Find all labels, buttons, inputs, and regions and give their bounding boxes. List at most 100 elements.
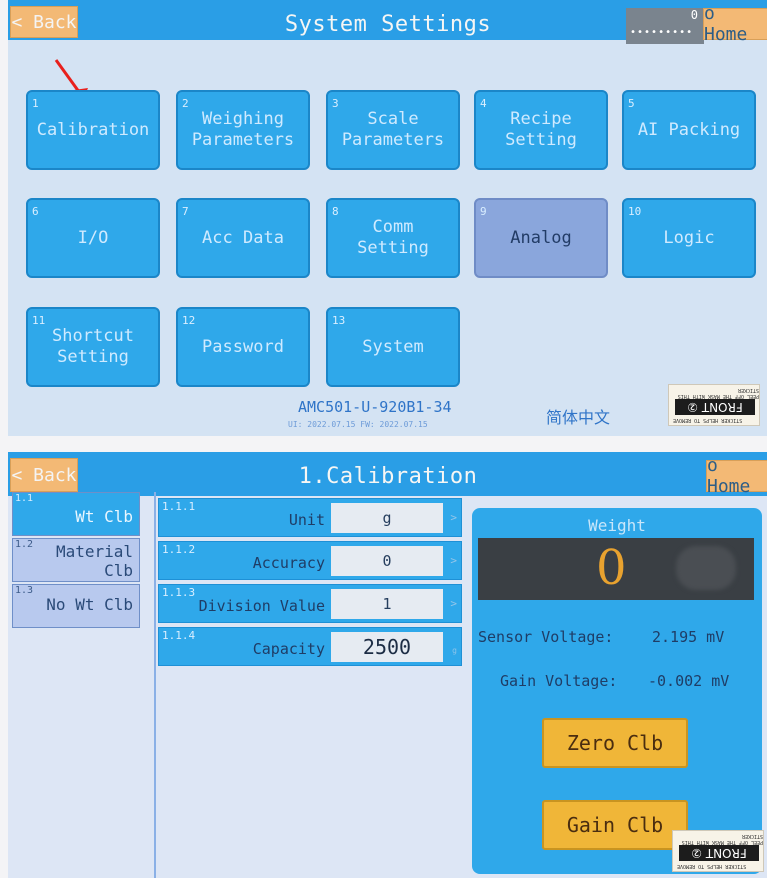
sensor-voltage-label: Sensor Voltage:: [478, 628, 614, 646]
tab-wt-clb[interactable]: 1.1 Wt Clb: [12, 492, 140, 536]
menu-label: Shortcut Setting: [52, 326, 134, 367]
field-division-value[interactable]: 1.1.3 Division Value 1 >: [158, 584, 462, 623]
calibration-screen: < Back 1.Calibration o Home 1.1 Wt Clb 1…: [8, 452, 767, 878]
menu-analog[interactable]: 9 Analog: [474, 198, 608, 278]
field-capacity[interactable]: 1.1.4 Capacity 2500 g: [158, 627, 462, 666]
sticker-front-label: FRONT ②: [679, 845, 759, 861]
menu-recipe-setting[interactable]: 4 Recipe Setting: [474, 90, 608, 170]
version-info: UI: 2022.07.15 FW: 2022.07.15: [288, 420, 428, 429]
chevron-right-icon: >: [450, 511, 457, 524]
chevron-right-icon: >: [450, 554, 457, 567]
menu-label: System: [362, 336, 424, 357]
title-bar: < Back 1.Calibration o Home: [8, 452, 767, 497]
field-num: 1.1.2: [162, 543, 196, 556]
field-value[interactable]: 0: [331, 546, 443, 576]
menu-num: 6: [32, 205, 39, 218]
weight-display: 0: [478, 538, 754, 600]
menu-ai-packing[interactable]: 5 AI Packing: [622, 90, 756, 170]
tab-num: 1.1: [15, 493, 34, 504]
unit-label: g: [452, 646, 457, 655]
sensor-voltage-value: 2.195 mV: [652, 628, 725, 646]
counter-value: 0: [690, 8, 698, 22]
tab-no-wt-clb[interactable]: 1.3 No Wt Clb: [12, 584, 140, 628]
sticker-text: STICKER HELPS TO REMOVE: [677, 863, 747, 869]
gain-clb-button[interactable]: Gain Clb: [542, 800, 688, 850]
menu-comm-setting[interactable]: 8 Comm Setting: [326, 198, 460, 278]
page-title: System Settings: [284, 12, 492, 37]
menu-num: 2: [182, 97, 189, 110]
menu-num: 8: [332, 205, 339, 218]
field-label: Accuracy: [252, 554, 325, 572]
glare: [676, 546, 736, 590]
gain-voltage-label: Gain Voltage:: [500, 672, 618, 690]
weight-value: 0: [596, 540, 627, 596]
counter-dots: •••••••••: [630, 27, 694, 38]
menu-shortcut-setting[interactable]: 11 Shortcut Setting: [26, 307, 160, 387]
menu-label: Comm Setting: [357, 217, 429, 258]
menu-label: Analog: [510, 227, 572, 248]
field-unit[interactable]: 1.1.1 Unit g >: [158, 498, 462, 537]
system-settings-screen: < Back System Settings 0 ••••••••• o Hom…: [8, 0, 767, 436]
title-bar: < Back System Settings 0 ••••••••• o Hom…: [8, 0, 767, 45]
sticker-text: STICKER HELPS TO REMOVE: [673, 417, 743, 423]
chevron-right-icon: >: [450, 597, 457, 610]
language-switch[interactable]: 简体中文: [546, 404, 610, 428]
gain-voltage-value: -0.002 mV: [648, 672, 730, 690]
menu-label: Scale Parameters: [341, 109, 445, 150]
menu-label: Recipe Setting: [505, 109, 577, 150]
menu-password[interactable]: 12 Password: [176, 307, 310, 387]
field-label: Capacity: [252, 640, 325, 658]
menu-num: 4: [480, 97, 487, 110]
menu-label: Logic: [663, 227, 715, 248]
back-button[interactable]: < Back: [10, 458, 78, 492]
menu-num: 3: [332, 97, 339, 110]
menu-logic[interactable]: 10 Logic: [622, 198, 756, 278]
calibration-tabs: 1.1 Wt Clb 1.2 Material Clb 1.3 No Wt Cl…: [12, 492, 140, 878]
tab-label: No Wt Clb: [46, 595, 133, 614]
front-sticker: PEEL OFF THE MASK WITH THIS STICKER FRON…: [668, 384, 760, 426]
home-button[interactable]: o Home: [703, 3, 767, 45]
tab-label: Wt Clb: [75, 507, 133, 526]
menu-num: 7: [182, 205, 189, 218]
zero-clb-button[interactable]: Zero Clb: [542, 718, 688, 768]
field-accuracy[interactable]: 1.1.2 Accuracy 0 >: [158, 541, 462, 580]
menu-label: AI Packing: [637, 119, 741, 140]
tab-num: 1.3: [15, 585, 34, 596]
sticker-text: PEEL OFF THE MASK WITH THIS STICKER: [677, 387, 759, 399]
field-label: Division Value: [198, 597, 325, 615]
menu-num: 11: [32, 314, 46, 327]
divider: [154, 492, 156, 878]
page-title: 1.Calibration: [298, 464, 478, 489]
menu-label: I/O: [77, 227, 109, 248]
menu-label: Password: [202, 336, 284, 357]
back-button[interactable]: < Back: [10, 6, 78, 38]
menu-acc-data[interactable]: 7 Acc Data: [176, 198, 310, 278]
menu-label: Calibration: [36, 119, 150, 140]
model-number: AMC501-U-920B1-34: [298, 398, 452, 416]
menu-label: Acc Data: [202, 227, 284, 248]
field-label: Unit: [288, 511, 325, 529]
field-value[interactable]: g: [331, 503, 443, 533]
front-sticker: PEEL OFF THE MASK WITH THIS STICKER FRON…: [672, 830, 764, 872]
menu-num: 13: [332, 314, 346, 327]
home-button[interactable]: o Home: [706, 455, 767, 497]
menu-num: 5: [628, 97, 635, 110]
counter-display: 0 •••••••••: [626, 8, 704, 44]
weight-title: Weight: [588, 516, 646, 535]
tab-material-clb[interactable]: 1.2 Material Clb: [12, 538, 140, 582]
menu-weighing-parameters[interactable]: 2 Weighing Parameters: [176, 90, 310, 170]
menu-num: 12: [182, 314, 196, 327]
tab-label: Material Clb: [55, 542, 133, 580]
tab-num: 1.2: [15, 539, 34, 550]
weight-panel: Weight 0 Sensor Voltage: 2.195 mV Gain V…: [472, 508, 762, 874]
field-num: 1.1.1: [162, 500, 196, 513]
field-value[interactable]: 2500: [331, 632, 443, 662]
menu-io[interactable]: 6 I/O: [26, 198, 160, 278]
menu-scale-parameters[interactable]: 3 Scale Parameters: [326, 90, 460, 170]
menu-calibration[interactable]: 1 Calibration: [26, 90, 160, 170]
menu-num: 10: [628, 205, 642, 218]
menu-system[interactable]: 13 System: [326, 307, 460, 387]
menu-label: Weighing Parameters: [191, 109, 295, 150]
field-value[interactable]: 1: [331, 589, 443, 619]
field-num: 1.1.4: [162, 629, 196, 642]
